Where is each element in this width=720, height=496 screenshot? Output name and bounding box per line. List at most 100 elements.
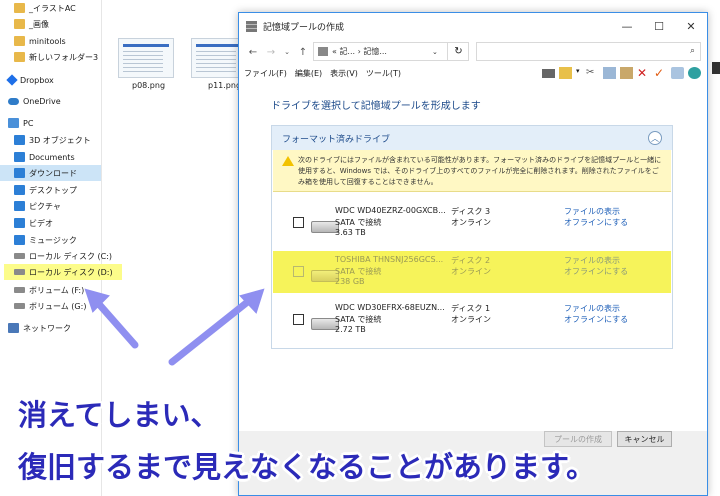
nav-item-label: _イラストAC (29, 3, 76, 13)
panel-header[interactable]: フォーマット済みドライブ ︿ (272, 126, 672, 150)
back-arrow-icon[interactable]: ← (245, 43, 261, 61)
refresh-button[interactable]: ↻ (447, 42, 469, 61)
nav-item-label: _画像 (29, 19, 49, 29)
drive-checkbox[interactable] (293, 266, 304, 277)
take-offline-link[interactable]: オフラインにする (564, 266, 628, 277)
nav-item-local-disk-c[interactable]: ローカル ディスク (C:) (14, 248, 112, 264)
show-files-link[interactable]: ファイルの表示 (564, 303, 620, 314)
pc-icon (8, 118, 19, 128)
folder-options-icon[interactable] (559, 67, 572, 79)
nav-item-video[interactable]: ビデオ (14, 215, 53, 231)
nav-item-images[interactable]: _画像 (14, 16, 49, 32)
drive-row[interactable]: WDC WD30EFRX-68EUZN... SATA で接続 2.72 TB … (273, 299, 671, 341)
nav-item-onedrive[interactable]: OneDrive (8, 93, 61, 109)
menu-tools[interactable]: ツール(T) (366, 68, 401, 79)
drive-row[interactable]: TOSHIBA THNSNJ256GCS... SATA で接続 238 GB … (273, 251, 671, 293)
title-bar[interactable]: 記憶域プールの作成 — ☐ ✕ (239, 13, 707, 39)
drive-connection: SATA で接続 (335, 218, 382, 227)
search-icon: ⌕ (689, 46, 695, 56)
nav-item-local-disk-d[interactable]: ローカル ディスク (D:) (4, 264, 122, 280)
refresh-icon: ↻ (454, 46, 463, 57)
drive-checkbox[interactable] (293, 314, 304, 325)
window-title: 記憶域プールの作成 (263, 22, 345, 33)
nav-item-downloads[interactable]: ダウンロード (0, 165, 101, 181)
drive-checkbox[interactable] (293, 217, 304, 228)
panel-title: フォーマット済みドライブ (282, 134, 391, 145)
drive-size: 238 GB (335, 277, 365, 286)
nav-item-volume-g[interactable]: ボリューム (G:) (14, 298, 86, 314)
page-heading: ドライブを選択して記憶域プールを形成します (271, 101, 481, 112)
drive-status: オンライン (451, 218, 491, 227)
nav-item-volume-f[interactable]: ボリューム (F:) (14, 282, 84, 298)
forward-arrow-icon[interactable]: → (263, 43, 279, 61)
folder-icon (14, 52, 25, 62)
window-edge-icon (712, 62, 720, 74)
search-input[interactable]: ⌕ (476, 42, 701, 61)
nav-item-dropbox[interactable]: Dropbox (6, 72, 54, 88)
nav-item-label: ダウンロード (29, 168, 77, 178)
address-dropdown-icon[interactable]: ⌄ (432, 48, 438, 56)
drive-icon (14, 287, 25, 293)
nav-item-label: Documents (29, 152, 75, 162)
chevron-down-icon[interactable]: ▾ (576, 67, 582, 79)
nav-item-music[interactable]: ミュージック (14, 232, 77, 248)
globe-icon[interactable] (688, 67, 701, 79)
paste-icon[interactable] (620, 67, 633, 79)
minimize-button[interactable]: — (611, 13, 643, 39)
3d-objects-icon (14, 135, 25, 145)
dropbox-icon (6, 74, 18, 86)
nav-item-pc[interactable]: PC (8, 115, 33, 131)
create-storage-pool-dialog: 記憶域プールの作成 — ☐ ✕ ← → ⌄ ↑ « 記... › 記憶... ⌄… (238, 12, 708, 496)
nav-item-new-folder-3[interactable]: 新しいフォルダー3 (14, 49, 98, 65)
show-files-link[interactable]: ファイルの表示 (564, 206, 620, 217)
close-button[interactable]: ✕ (675, 13, 707, 39)
drive-size: 2.72 TB (335, 325, 366, 334)
maximize-button[interactable]: ☐ (643, 13, 675, 39)
file-thumbnail[interactable] (118, 38, 174, 78)
nav-item-pictures[interactable]: ピクチャ (14, 198, 61, 214)
up-arrow-icon[interactable]: ↑ (295, 43, 311, 61)
music-icon (14, 235, 25, 245)
nav-item-illust-ac[interactable]: _イラストAC (14, 0, 76, 16)
storage-spaces-icon (246, 20, 257, 32)
chevron-down-icon[interactable]: ⌄ (279, 43, 295, 61)
menu-edit[interactable]: 編集(E) (295, 68, 322, 79)
nav-item-label: 3D オブジェクト (29, 135, 91, 145)
pictures-icon (14, 201, 25, 211)
delete-icon[interactable]: ✕ (637, 67, 650, 79)
cancel-button[interactable]: キャンセル (617, 431, 672, 447)
nav-item-desktop[interactable]: デスクトップ (14, 182, 77, 198)
file-name[interactable]: p08.png (132, 81, 165, 90)
menu-bar: ファイル(F) 編集(E) 表示(V) ツール(T) ▾ ✂ ✕ ✓ (239, 65, 707, 81)
desktop-icon (14, 185, 25, 195)
drive-status: オンライン (451, 267, 491, 276)
drive-name: WDC WD30EFRX-68EUZN... (335, 303, 445, 312)
check-icon[interactable]: ✓ (654, 67, 667, 79)
warning-icon (282, 156, 294, 166)
take-offline-link[interactable]: オフラインにする (564, 314, 628, 325)
nav-item-documents[interactable]: Documents (14, 149, 75, 165)
drive-connection: SATA で接続 (335, 267, 382, 276)
show-files-link[interactable]: ファイルの表示 (564, 255, 620, 266)
nav-item-label: ビデオ (29, 218, 53, 228)
nav-item-3d-objects[interactable]: 3D オブジェクト (14, 132, 91, 148)
menu-file[interactable]: ファイル(F) (244, 68, 287, 79)
menu-view[interactable]: 表示(V) (330, 68, 358, 79)
properties-icon[interactable] (671, 67, 684, 79)
drive-row[interactable]: WDC WD40EZRZ-00GXCB... SATA で接続 3.63 TB … (273, 202, 671, 244)
nav-item-label: ローカル ディスク (C:) (29, 251, 113, 261)
layout-icon[interactable] (542, 68, 555, 78)
annotation-caption-line-1: 消えてしまい、 (18, 398, 220, 432)
file-name[interactable]: p11.png (208, 81, 241, 90)
copy-icon[interactable] (603, 67, 616, 79)
drive-status: オンライン (451, 315, 491, 324)
nav-item-minitools[interactable]: minitools (14, 33, 66, 49)
take-offline-link[interactable]: オフラインにする (564, 217, 628, 228)
drive-icon (14, 303, 25, 309)
drive-name: WDC WD40EZRZ-00GXCB... (335, 206, 446, 215)
collapse-chevron-up-icon[interactable]: ︿ (648, 131, 662, 145)
cut-icon[interactable]: ✂ (586, 67, 599, 79)
drive-disk-number: ディスク 2 (451, 256, 491, 265)
nav-item-network[interactable]: ネットワーク (8, 320, 71, 336)
address-box[interactable]: « 記... › 記憶... ⌄ (313, 42, 469, 61)
